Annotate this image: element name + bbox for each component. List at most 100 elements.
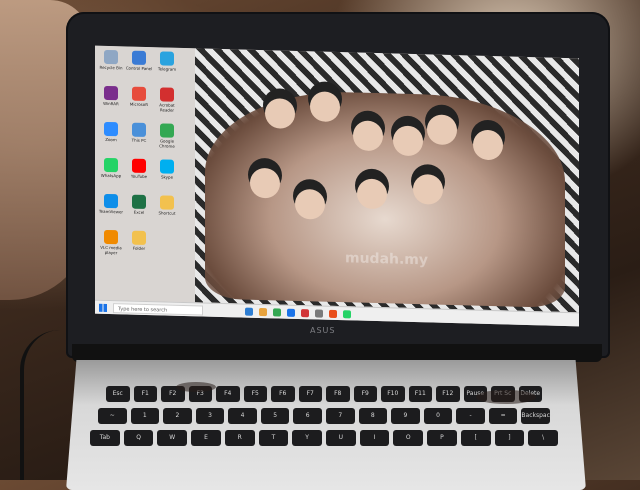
teamviewer-icon[interactable]: TeamViewer <box>97 193 125 215</box>
excel-icon[interactable]: Excel <box>125 194 153 215</box>
keyboard-key[interactable]: U <box>326 430 356 446</box>
keyboard-key[interactable]: ] <box>494 430 525 446</box>
laptop-screen: Recycle Bin Control Panel Telegram WinRAR Mi… <box>95 45 579 327</box>
skype-icon[interactable]: Skype <box>153 159 181 180</box>
keyboard-key[interactable]: Tab <box>90 430 120 446</box>
desktop-icon-label: Recycle Bin <box>99 64 123 71</box>
desktop-icon-label: Microsoft <box>129 101 149 108</box>
excel-icon <box>132 194 146 209</box>
keyboard-key[interactable]: ~ <box>98 408 127 424</box>
keyboard-key[interactable]: \ <box>528 430 558 446</box>
vlc-icon <box>104 229 118 245</box>
desktop-icon-label: Folder <box>132 245 146 251</box>
chrome-icon[interactable]: Google Chrome <box>153 123 181 149</box>
dirt-smudge <box>176 382 216 392</box>
desktop-icon-label: Control Panel <box>125 65 153 72</box>
keyboard-key[interactable]: Esc <box>106 386 130 402</box>
keyboard-key[interactable]: 5 <box>260 408 290 424</box>
keyboard-key[interactable]: I <box>359 430 390 446</box>
skype-icon <box>160 159 174 174</box>
desktop-icons-area: Recycle Bin Control Panel Telegram WinRAR Mi… <box>95 45 195 303</box>
keyboard-key[interactable]: = <box>488 408 518 424</box>
this-pc-icon[interactable]: This PC <box>125 122 153 143</box>
desktop-icon-label: TeamViewer <box>98 208 124 215</box>
keyboard-key[interactable]: W <box>157 430 188 446</box>
keyboard-key[interactable]: 2 <box>163 408 192 424</box>
laptop-hinge <box>72 344 602 362</box>
control-panel-icon[interactable]: Control Panel <box>125 50 153 71</box>
taskbar-search-input[interactable]: Type here to search <box>113 303 203 316</box>
taskbar-app-icon[interactable] <box>273 308 281 317</box>
keyboard-key[interactable]: F4 <box>216 386 240 402</box>
keyboard-key[interactable]: Backspace <box>521 408 554 424</box>
keyboard-key[interactable]: F1 <box>133 386 157 402</box>
recycle-bin-icon <box>104 49 118 65</box>
folder-icon[interactable]: Folder <box>125 230 153 251</box>
whatsapp-icon[interactable]: WhatsApp <box>97 157 125 179</box>
wallpaper-person <box>310 91 340 123</box>
taskbar-app-icon[interactable] <box>315 309 323 318</box>
keyboard-key[interactable]: 8 <box>358 408 388 424</box>
youtube-icon[interactable]: YouTube <box>125 158 153 179</box>
keyboard-key[interactable]: F9 <box>353 386 377 402</box>
wallpaper-person <box>473 129 503 161</box>
acrobat-icon[interactable]: Acrobat Reader <box>153 87 181 113</box>
desktop-icon-label: Acrobat Reader <box>159 102 175 113</box>
keyboard-key[interactable]: 1 <box>130 408 160 424</box>
taskbar-app-icon[interactable] <box>343 310 351 319</box>
keyboard-key[interactable]: Y <box>292 430 322 446</box>
zoom-icon[interactable]: Zoom <box>97 121 125 143</box>
keyboard-key[interactable]: - <box>456 408 485 424</box>
keyboard-key[interactable]: F7 <box>298 386 322 402</box>
desktop-icon-label: YouTube <box>130 173 148 180</box>
acrobat-icon <box>160 87 174 102</box>
keyboard-key[interactable]: F5 <box>243 386 267 402</box>
chrome-icon <box>160 123 174 138</box>
zoom-icon <box>104 121 118 137</box>
winrar-icon[interactable]: WinRAR <box>97 85 125 107</box>
desktop-icon-label: VLC media player <box>100 244 122 256</box>
brand-logo: ASUS <box>310 326 336 335</box>
folder-icon <box>160 195 174 210</box>
keyboard-key[interactable]: T <box>258 430 289 446</box>
keyboard-key[interactable]: F10 <box>381 386 405 402</box>
recycle-bin-icon[interactable]: Recycle Bin <box>97 49 125 71</box>
telegram-icon[interactable]: Telegram <box>153 51 181 72</box>
desktop-icon-label: Zoom <box>105 136 117 143</box>
taskbar-app-icon[interactable] <box>301 309 309 318</box>
office-icon <box>132 86 146 101</box>
taskbar-app-icon[interactable] <box>259 307 267 317</box>
desktop-icon-label: WinRAR <box>103 100 119 107</box>
keyboard-key[interactable]: 6 <box>293 408 322 424</box>
wallpaper-person <box>265 98 295 129</box>
desktop-icon-label: Skype <box>160 174 174 180</box>
keyboard-key[interactable]: 3 <box>195 408 225 424</box>
keyboard-key[interactable]: F6 <box>271 386 295 402</box>
wallpaper-person <box>353 120 383 152</box>
wallpaper-person <box>393 125 423 157</box>
keyboard-key[interactable]: O <box>393 430 424 446</box>
taskbar-app-icon[interactable] <box>329 309 337 318</box>
keyboard-key[interactable]: P <box>427 430 457 446</box>
folder-icon[interactable]: Shortcut <box>153 195 181 216</box>
wallpaper-person <box>357 178 387 210</box>
keyboard-key[interactable]: 0 <box>423 408 453 424</box>
windows-start-icon[interactable] <box>99 303 107 312</box>
keyboard-key[interactable]: F8 <box>326 386 350 402</box>
dirt-smudge <box>476 390 536 404</box>
office-icon[interactable]: Microsoft <box>125 86 153 107</box>
keyboard-key[interactable]: E <box>191 430 221 446</box>
desktop-icon-label: Telegram <box>157 66 177 72</box>
keyboard-key[interactable]: Q <box>123 430 154 446</box>
keyboard-key[interactable]: F11 <box>408 386 432 402</box>
keyboard-key[interactable]: 7 <box>326 408 355 424</box>
keyboard-key[interactable]: [ <box>460 430 491 446</box>
desktop-icon-label: Excel <box>133 209 145 215</box>
vlc-icon[interactable]: VLC media player <box>97 229 125 256</box>
keyboard-key[interactable]: 9 <box>391 408 420 424</box>
keyboard-key[interactable]: 4 <box>228 408 257 424</box>
taskbar-app-icon[interactable] <box>245 307 253 316</box>
keyboard-key[interactable]: R <box>224 430 255 446</box>
keyboard-key[interactable]: F12 <box>436 386 460 402</box>
taskbar-app-icon[interactable] <box>287 308 295 317</box>
